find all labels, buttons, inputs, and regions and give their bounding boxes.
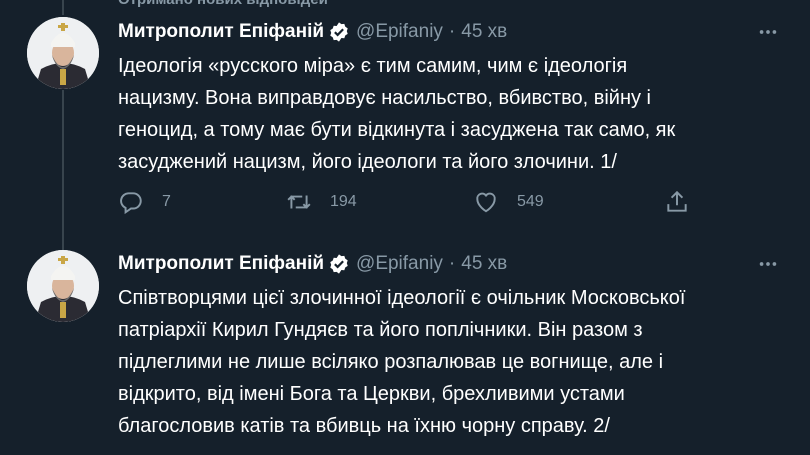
tweet-time[interactable]: 45 хв bbox=[461, 253, 507, 275]
share-icon bbox=[667, 190, 687, 212]
tweet[interactable]: Митрополит Епіфаній @Epifaniy · 45 хв Ід… bbox=[0, 0, 810, 238]
author-name[interactable]: Митрополит Епіфаній bbox=[118, 21, 324, 43]
tweet-header: Митрополит Епіфаній @Epifaniy · 45 хв bbox=[118, 20, 507, 44]
author-name[interactable]: Митрополит Епіфаній bbox=[118, 253, 324, 275]
separator: · bbox=[448, 253, 456, 274]
retweet-count: 194 bbox=[330, 193, 357, 210]
verified-badge-icon bbox=[330, 254, 348, 274]
avatar[interactable] bbox=[27, 250, 99, 322]
retweet-button[interactable]: 194 bbox=[286, 186, 357, 218]
tweet-text: Ідеологія «русского міра» є тим самим, ч… bbox=[118, 55, 676, 173]
tweet-header: Митрополит Епіфаній @Epifaniy · 45 хв bbox=[118, 252, 507, 276]
like-icon bbox=[476, 192, 496, 213]
thread-line bbox=[62, 90, 64, 238]
reply-count: 7 bbox=[162, 193, 171, 210]
reply-button[interactable]: 7 bbox=[118, 186, 171, 218]
tweet[interactable]: Митрополит Епіфаній @Epifaniy · 45 хв Сп… bbox=[0, 238, 810, 455]
avatar[interactable] bbox=[27, 17, 99, 89]
tweet-text: Співтворцями цієї злочинної ідеології є … bbox=[118, 287, 686, 437]
like-button[interactable]: 549 bbox=[473, 186, 544, 218]
author-handle[interactable]: @Epifaniy bbox=[356, 21, 443, 43]
retweet-icon bbox=[287, 195, 311, 209]
verified-badge-icon bbox=[330, 22, 348, 42]
more-icon[interactable] bbox=[756, 252, 780, 276]
reply-icon bbox=[120, 192, 142, 215]
share-button[interactable] bbox=[664, 186, 690, 218]
thread-line-top bbox=[62, 238, 64, 250]
tweet-actions: 7 194 549 bbox=[118, 186, 718, 218]
author-handle[interactable]: @Epifaniy bbox=[356, 253, 443, 275]
more-icon[interactable] bbox=[756, 20, 780, 44]
like-count: 549 bbox=[517, 193, 544, 210]
separator: · bbox=[448, 21, 456, 42]
thread-line-top bbox=[62, 0, 64, 15]
tweet-time[interactable]: 45 хв bbox=[461, 21, 507, 43]
